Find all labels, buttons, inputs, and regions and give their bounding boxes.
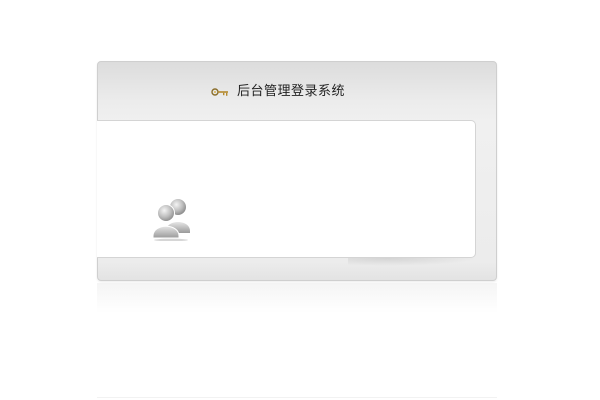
- content-shadow: [348, 258, 478, 266]
- login-page: 后台管理登录系统: [0, 0, 600, 400]
- panel-header: 后台管理登录系统: [98, 62, 496, 120]
- key-icon: [211, 88, 228, 96]
- divider: [97, 397, 497, 398]
- panel-reflection: [97, 283, 497, 313]
- login-form-area: [97, 120, 476, 258]
- login-panel: 后台管理登录系统: [97, 61, 497, 281]
- title-group: 后台管理登录系统: [211, 84, 345, 100]
- users-icon: [152, 199, 190, 241]
- page-title: 后台管理登录系统: [237, 84, 346, 99]
